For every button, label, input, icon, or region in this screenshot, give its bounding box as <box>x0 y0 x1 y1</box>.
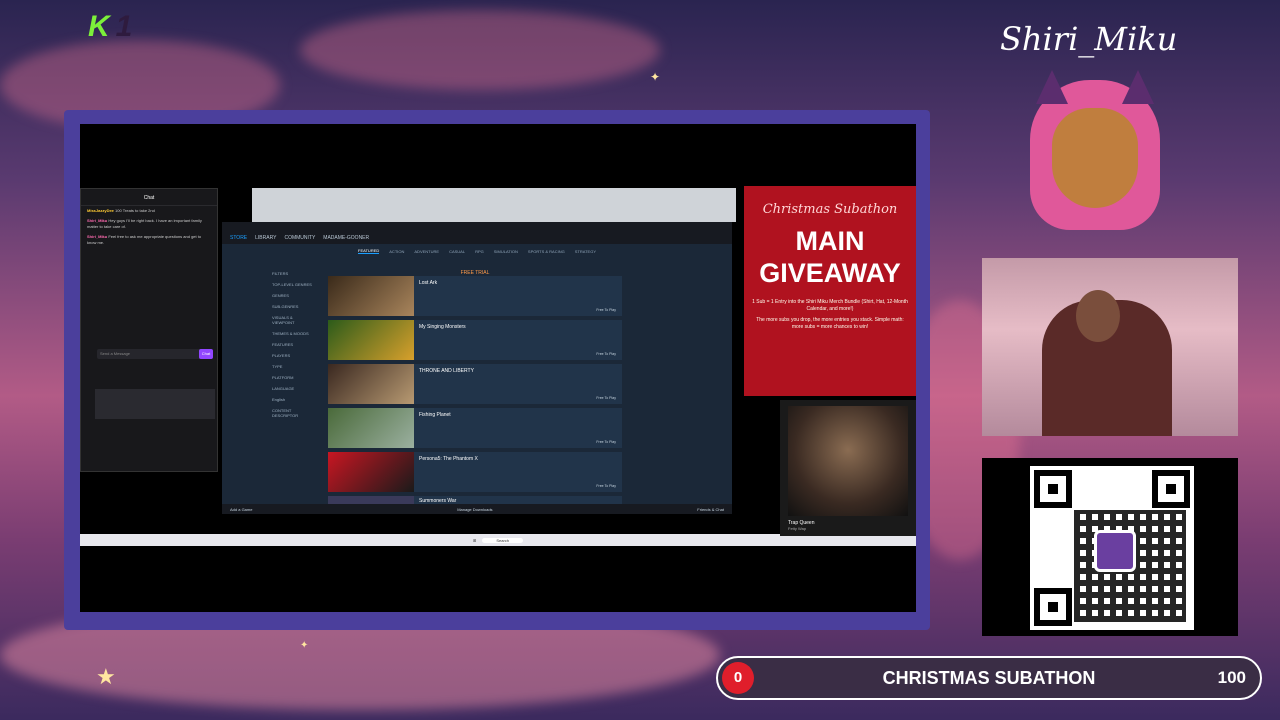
game-title: Lost Ark <box>419 280 438 286</box>
chat-message: MissJazzyDee 100 Treats to take 2nd <box>87 208 155 213</box>
game-price: Free To Play <box>596 352 616 356</box>
game-row[interactable]: My Singing Monsters Free To Play <box>328 320 622 360</box>
game-title: THRONE AND LIBERTY <box>419 368 474 374</box>
browser-window <box>252 188 736 222</box>
stream-thumbnails <box>95 389 215 419</box>
steam-cat-strategy[interactable]: STRATEGY <box>575 249 596 254</box>
game-title: Persona5: The Phantom X <box>419 456 478 462</box>
poster-main: MAIN GIVEAWAY <box>759 226 901 288</box>
friends-button[interactable]: Friends & Chat <box>697 507 724 512</box>
subathon-bar: CHRISTMAS SUBATHON 0 100 <box>716 656 1262 700</box>
steam-cat-action[interactable]: ACTION <box>389 249 404 254</box>
game-price: Free To Play <box>596 484 616 488</box>
windows-icon[interactable]: ⊞ <box>473 538 476 543</box>
filter-item[interactable]: LANGUAGE <box>268 383 318 394</box>
game-title: My Singing Monsters <box>419 324 466 330</box>
game-row[interactable]: Lost Ark Free To Play <box>328 276 622 316</box>
steam-nav-profile[interactable]: MADAME-GOONER <box>323 235 369 241</box>
steam-cat-sports[interactable]: SPORTS & RACING <box>528 249 565 254</box>
filter-item[interactable]: SUB-GENRES <box>268 301 318 312</box>
poster-line1: 1 Sub = 1 Entry into the Shiri Miku Merc… <box>752 299 908 312</box>
steam-nav-store[interactable]: STORE <box>230 235 247 241</box>
bg-cloud <box>300 10 660 90</box>
taskbar-search[interactable]: Search <box>482 537 524 543</box>
game-row[interactable]: THRONE AND LIBERTY Free To Play <box>328 364 622 404</box>
steam-window: STORE LIBRARY COMMUNITY MADAME-GOONER FE… <box>222 222 732 514</box>
game-row[interactable]: Persona5: The Phantom X Free To Play <box>328 452 622 492</box>
steam-cat-adventure[interactable]: ADVENTURE <box>414 249 439 254</box>
steam-nav-community[interactable]: COMMUNITY <box>284 235 315 241</box>
qr-avatar <box>1094 530 1136 572</box>
filter-item[interactable]: CONTENT DESCRIPTOR <box>268 405 318 421</box>
steam-cat-simulation[interactable]: SIMULATION <box>494 249 518 254</box>
star-icon: ✦ <box>650 70 661 84</box>
track-artist: Fetty Wap <box>788 526 807 531</box>
filter-item[interactable]: TOP-LEVEL GENRES <box>268 279 318 290</box>
giveaway-poster: Christmas Subathon MAIN GIVEAWAY 1 Sub =… <box>744 186 916 396</box>
streamer-head <box>1076 290 1120 342</box>
filter-item[interactable]: VISUALS & VIEWPOINT <box>268 312 318 328</box>
steam-nav-library[interactable]: LIBRARY <box>255 235 276 241</box>
star-icon: ✦ <box>300 640 309 651</box>
filter-item[interactable]: FEATURES <box>268 339 318 350</box>
album-art <box>788 406 908 516</box>
filter-item[interactable]: THEMES & MOODS <box>268 328 318 339</box>
filter-item[interactable]: English <box>268 394 318 405</box>
downloads-button[interactable]: Manage Downloads <box>457 507 492 512</box>
filter-item: FILTERS <box>272 271 289 276</box>
filter-sidebar: FILTERS TOP-LEVEL GENRES GENRES SUB-GENR… <box>268 268 318 508</box>
filter-item[interactable]: GENRES <box>268 290 318 301</box>
game-price: Free To Play <box>596 308 616 312</box>
channel-logo: K1 <box>88 10 133 43</box>
star-icon: ★ <box>96 664 116 689</box>
chat-send-button[interactable]: Chat <box>199 349 213 359</box>
poster-title: Christmas Subathon <box>762 202 898 217</box>
chat-title: Chat <box>81 189 217 206</box>
add-game-button[interactable]: Add a Game <box>230 507 252 512</box>
brand-name: Shiri_Miku <box>1000 20 1178 58</box>
poster-line2: The more subs you drop, the more entries… <box>756 317 904 330</box>
filter-item[interactable]: TYPE <box>268 361 318 372</box>
subathon-label: CHRISTMAS SUBATHON <box>882 668 1096 688</box>
now-playing: Trap Queen Fetty Wap <box>780 400 916 536</box>
game-title: Fishing Planet <box>419 412 451 418</box>
chat-panel: Chat MissJazzyDee 100 Treats to take 2nd… <box>80 188 218 472</box>
filter-item[interactable]: PLAYERS <box>268 350 318 361</box>
game-row[interactable]: Fishing Planet Free To Play <box>328 408 622 448</box>
chat-message: Shiri_Miku Hey guys I'll be right back. … <box>87 218 202 229</box>
chat-message: Shiri_Miku Feel free to ask me appropria… <box>87 234 202 245</box>
subathon-goal: 100 <box>1217 668 1246 687</box>
game-price: Free To Play <box>596 396 616 400</box>
steam-cat-casual[interactable]: CASUAL <box>449 249 465 254</box>
game-list: FREE TRIAL Lost Ark Free To Play My Singi… <box>328 270 622 510</box>
steam-cat-featured[interactable]: FEATURED <box>358 248 380 254</box>
filter-item[interactable]: PLATFORM <box>268 372 318 383</box>
game-price: Free To Play <box>596 440 616 444</box>
chat-input[interactable]: Send a Message <box>97 349 209 359</box>
steam-cat-rpg[interactable]: RPG <box>475 249 484 254</box>
subathon-count: 0 <box>722 662 754 694</box>
qr-code <box>1030 466 1194 630</box>
steam-footer: Add a Game Manage Downloads Friends & Ch… <box>222 504 732 514</box>
mascot-image <box>1030 70 1160 230</box>
